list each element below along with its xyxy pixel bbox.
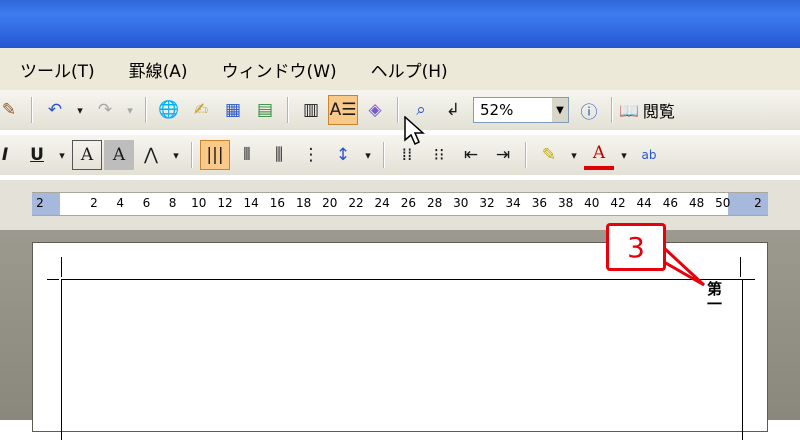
italic-icon[interactable]: I [0, 140, 20, 170]
toolbar-separator [287, 97, 289, 123]
ruler-tick-label: 20 [322, 196, 338, 210]
menu-bar: ツール(T) 罫線(A) ウィンドウ(W) ヘルプ(H) [0, 48, 800, 90]
ruler-tick-label: 16 [269, 196, 286, 210]
insert-table-icon[interactable]: ▦ [218, 95, 248, 125]
ruler-tick-label: 38 [557, 196, 574, 210]
redo-icon[interactable]: ↷ [90, 95, 120, 125]
menu-window[interactable]: ウィンドウ(W) [222, 57, 337, 82]
line-spacing-dropdown-icon[interactable]: ▾ [360, 140, 376, 170]
drawing-icon[interactable]: ◈ [360, 95, 390, 125]
text-frame[interactable] [61, 279, 743, 440]
undo-icon[interactable]: ↶ [40, 95, 70, 125]
emphasis-dropdown-icon[interactable]: ▾ [168, 140, 184, 170]
toolbar-separator [191, 142, 193, 168]
ruler-tick-label: 48 [688, 196, 705, 210]
ruler-tick-label: 6 [142, 196, 151, 210]
ruler-tick-label: 34 [505, 196, 521, 210]
redo-dropdown-icon[interactable]: ▾ [122, 95, 138, 125]
insert-excel-icon[interactable]: ▤ [250, 95, 280, 125]
emphasis-icon[interactable]: ⋀ [136, 140, 166, 170]
ruler-left-label: 2 [36, 196, 44, 210]
read-mode-button[interactable]: 📖 閲覧 [619, 98, 675, 122]
vertical-text-icon[interactable]: A☰ [328, 95, 358, 125]
ruler-tick-label: 28 [426, 196, 443, 210]
char-shading-icon[interactable]: A [104, 140, 134, 170]
help-icon[interactable]: ⓘ [574, 95, 604, 125]
highlight-dropdown-icon[interactable]: ▾ [566, 140, 582, 170]
char-border-icon[interactable]: A [72, 140, 102, 170]
align-center-icon[interactable]: ⫴ [232, 140, 262, 170]
menu-help[interactable]: ヘルプ(H) [371, 57, 448, 82]
drawing-tools-icon[interactable]: ✍ [186, 95, 216, 125]
ruler-tick-label: 12 [217, 196, 233, 210]
ruler-tick-label: 14 [243, 196, 259, 210]
book-icon: 📖 [619, 100, 639, 120]
ruler-tick-label: 30 [453, 196, 469, 210]
bullets-icon[interactable]: ⁝⁝ [424, 140, 454, 170]
standard-toolbar: ✎ ↶ ▾ ↷ ▾ 🌐 ✍ ▦ ▤ ▥ A☰ ◈ ⌕ ↲ 52% ▼ ⓘ 📖 閲… [0, 90, 800, 130]
show-formatting-icon[interactable]: ↲ [438, 95, 468, 125]
ruler-tick-label: 44 [636, 196, 652, 210]
zoom-select[interactable]: 52% ▼ [473, 97, 569, 123]
title-bar [0, 0, 800, 48]
align-top-icon[interactable]: ||| [200, 140, 230, 170]
underline-dropdown-icon[interactable]: ▾ [54, 140, 70, 170]
insert-hyperlink-icon[interactable]: 🌐 [154, 95, 184, 125]
callout-number: 3 [606, 223, 666, 271]
columns-icon[interactable]: ▥ [296, 95, 326, 125]
ruler-tick-label: 46 [662, 196, 679, 210]
crop-mark [61, 257, 62, 277]
toolbar-separator [31, 97, 33, 123]
horizontal-ruler[interactable]: 2 2 4 6 8 10 12 14 16 18 20 22 24 26 28 30 32 34 36 38 40 42… [32, 192, 768, 216]
font-color-dropdown-icon[interactable]: ▾ [616, 140, 632, 170]
underline-button[interactable]: U [22, 140, 52, 170]
ruler-tick-label: 18 [295, 196, 312, 210]
ruler-area: 2 2 4 6 8 10 12 14 16 18 20 22 24 26 28 30 32 34 36 38 40 42… [0, 180, 800, 230]
ruler-tick-label: 26 [400, 196, 417, 210]
line-spacing-icon[interactable]: ↕ [328, 140, 358, 170]
text-effect-icon[interactable]: ab [634, 140, 664, 170]
ruler-tick-label: 32 [479, 196, 495, 210]
formatting-toolbar: I U ▾ A A ⋀ ▾ ||| ⫴ ⫼ ⋮ ↕ ▾ ⁞⁞ ⁝⁝ ⇤ ⇥ ✎ … [0, 135, 800, 175]
ruler-tick-label: 22 [348, 196, 364, 210]
crop-mark [743, 279, 755, 280]
ruler-tick-label: 24 [374, 196, 390, 210]
vertical-text: 第一 [705, 281, 723, 311]
mouse-cursor-icon [404, 116, 425, 146]
toolbar-separator [611, 97, 613, 123]
chevron-down-icon[interactable]: ▼ [552, 98, 568, 122]
ruler-tick-label: 50 [715, 196, 731, 210]
ruler-tick-label: 4 [116, 196, 125, 210]
align-bottom-icon[interactable]: ⫼ [264, 140, 294, 170]
ruler-tick-label: 36 [531, 196, 548, 210]
menu-borders[interactable]: 罫線(A) [129, 57, 188, 82]
zoom-value: 52% [480, 101, 514, 119]
ruler-tick-label: 8 [168, 196, 177, 210]
crop-mark [740, 257, 741, 277]
highlight-icon[interactable]: ✎ [534, 140, 564, 170]
toolbar-separator [525, 142, 527, 168]
ruler-right-margin [728, 193, 768, 215]
ruler-tick-label: 2 [90, 196, 98, 210]
toolbar-separator [397, 97, 399, 123]
ruler-tick-label: 10 [191, 196, 207, 210]
toolbar-separator [145, 97, 147, 123]
ruler-tick-label: 42 [610, 196, 626, 210]
document-area: 第一 [0, 230, 800, 440]
justify-icon[interactable]: ⋮ [296, 140, 326, 170]
format-painter-icon[interactable]: ✎ [0, 95, 24, 125]
menu-tools[interactable]: ツール(T) [20, 57, 95, 82]
undo-dropdown-icon[interactable]: ▾ [72, 95, 88, 125]
increase-indent-icon[interactable]: ⇥ [488, 140, 518, 170]
font-color-button[interactable]: A [584, 140, 614, 170]
crop-mark [47, 279, 59, 280]
ruler-right-label: 2 [754, 196, 762, 210]
toolbar-separator [383, 142, 385, 168]
ruler-tick-label: 40 [584, 196, 600, 210]
decrease-indent-icon[interactable]: ⇤ [456, 140, 486, 170]
